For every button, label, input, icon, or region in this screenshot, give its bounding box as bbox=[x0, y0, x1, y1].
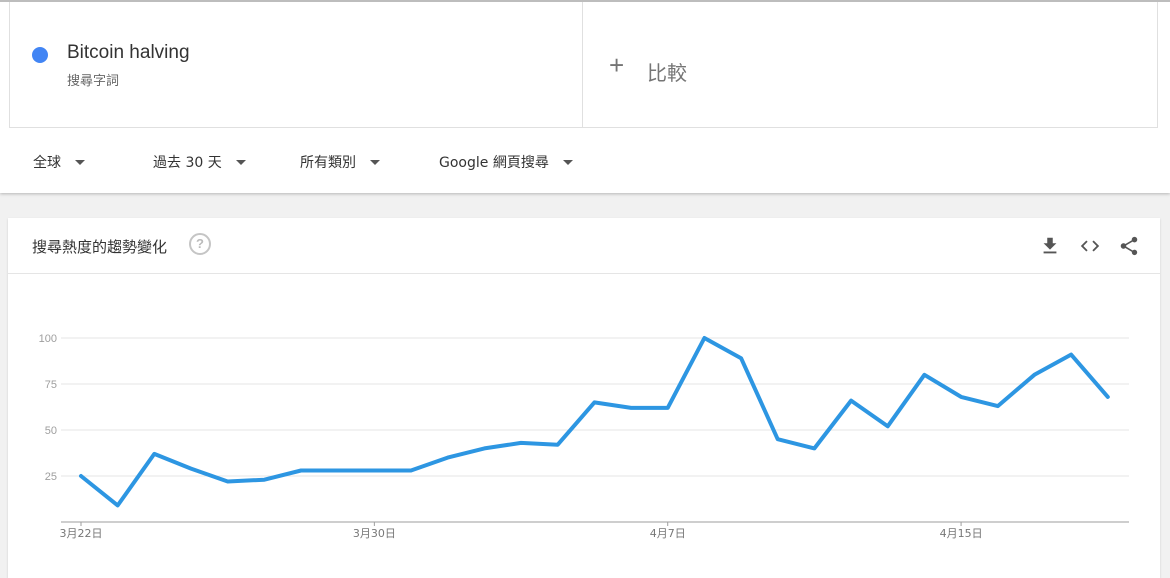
region-dropdown[interactable]: 全球 bbox=[33, 152, 85, 172]
chevron-down-icon bbox=[370, 159, 380, 165]
category-dropdown[interactable]: 所有類別 bbox=[300, 152, 380, 172]
filter-bar: 全球 過去 30 天 所有類別 Google 網頁搜尋 bbox=[0, 142, 1170, 182]
chevron-down-icon bbox=[235, 159, 246, 165]
series-color-dot bbox=[32, 47, 48, 63]
compare-card[interactable]: + 比較 bbox=[583, 2, 1158, 128]
x-tick-label: 4月15日 bbox=[940, 527, 983, 540]
chevron-down-icon bbox=[562, 159, 573, 165]
chevron-down-icon bbox=[75, 159, 85, 165]
search-type-dropdown[interactable]: Google 網頁搜尋 bbox=[439, 152, 573, 172]
y-tick-label: 50 bbox=[45, 425, 57, 437]
category-dropdown-label: 所有類別 bbox=[300, 155, 356, 171]
search-term-type: 搜尋字詞 bbox=[67, 74, 120, 89]
interest-over-time-card: 搜尋熱度的趨勢變化 ? 25 50 75 100 3月22日 3月30日 4月7日 4月15日 bbox=[8, 218, 1160, 578]
time-range-dropdown[interactable]: 過去 30 天 bbox=[153, 152, 246, 172]
y-tick-label: 25 bbox=[45, 471, 57, 483]
series-line bbox=[79, 336, 1110, 508]
x-tick-label: 3月22日 bbox=[60, 527, 103, 540]
search-type-dropdown-label: Google 網頁搜尋 bbox=[439, 155, 549, 171]
x-tick-label: 4月7日 bbox=[650, 527, 686, 540]
y-tick-label: 100 bbox=[39, 333, 57, 345]
search-header: Bitcoin halving 搜尋字詞 + 比較 全球 過去 30 天 所有類… bbox=[0, 0, 1170, 193]
trend-line-chart: 25 50 75 100 3月22日 3月30日 4月7日 4月15日 bbox=[39, 333, 1129, 540]
y-tick-label: 75 bbox=[45, 379, 57, 391]
time-range-dropdown-label: 過去 30 天 bbox=[153, 155, 222, 171]
compare-label[interactable]: 比較 bbox=[647, 57, 687, 86]
search-term-name[interactable]: Bitcoin halving bbox=[67, 42, 190, 64]
search-term-card[interactable]: Bitcoin halving 搜尋字詞 bbox=[9, 2, 583, 128]
region-dropdown-label: 全球 bbox=[33, 155, 61, 171]
add-icon[interactable]: + bbox=[609, 52, 624, 78]
x-tick-label: 3月30日 bbox=[353, 527, 396, 540]
